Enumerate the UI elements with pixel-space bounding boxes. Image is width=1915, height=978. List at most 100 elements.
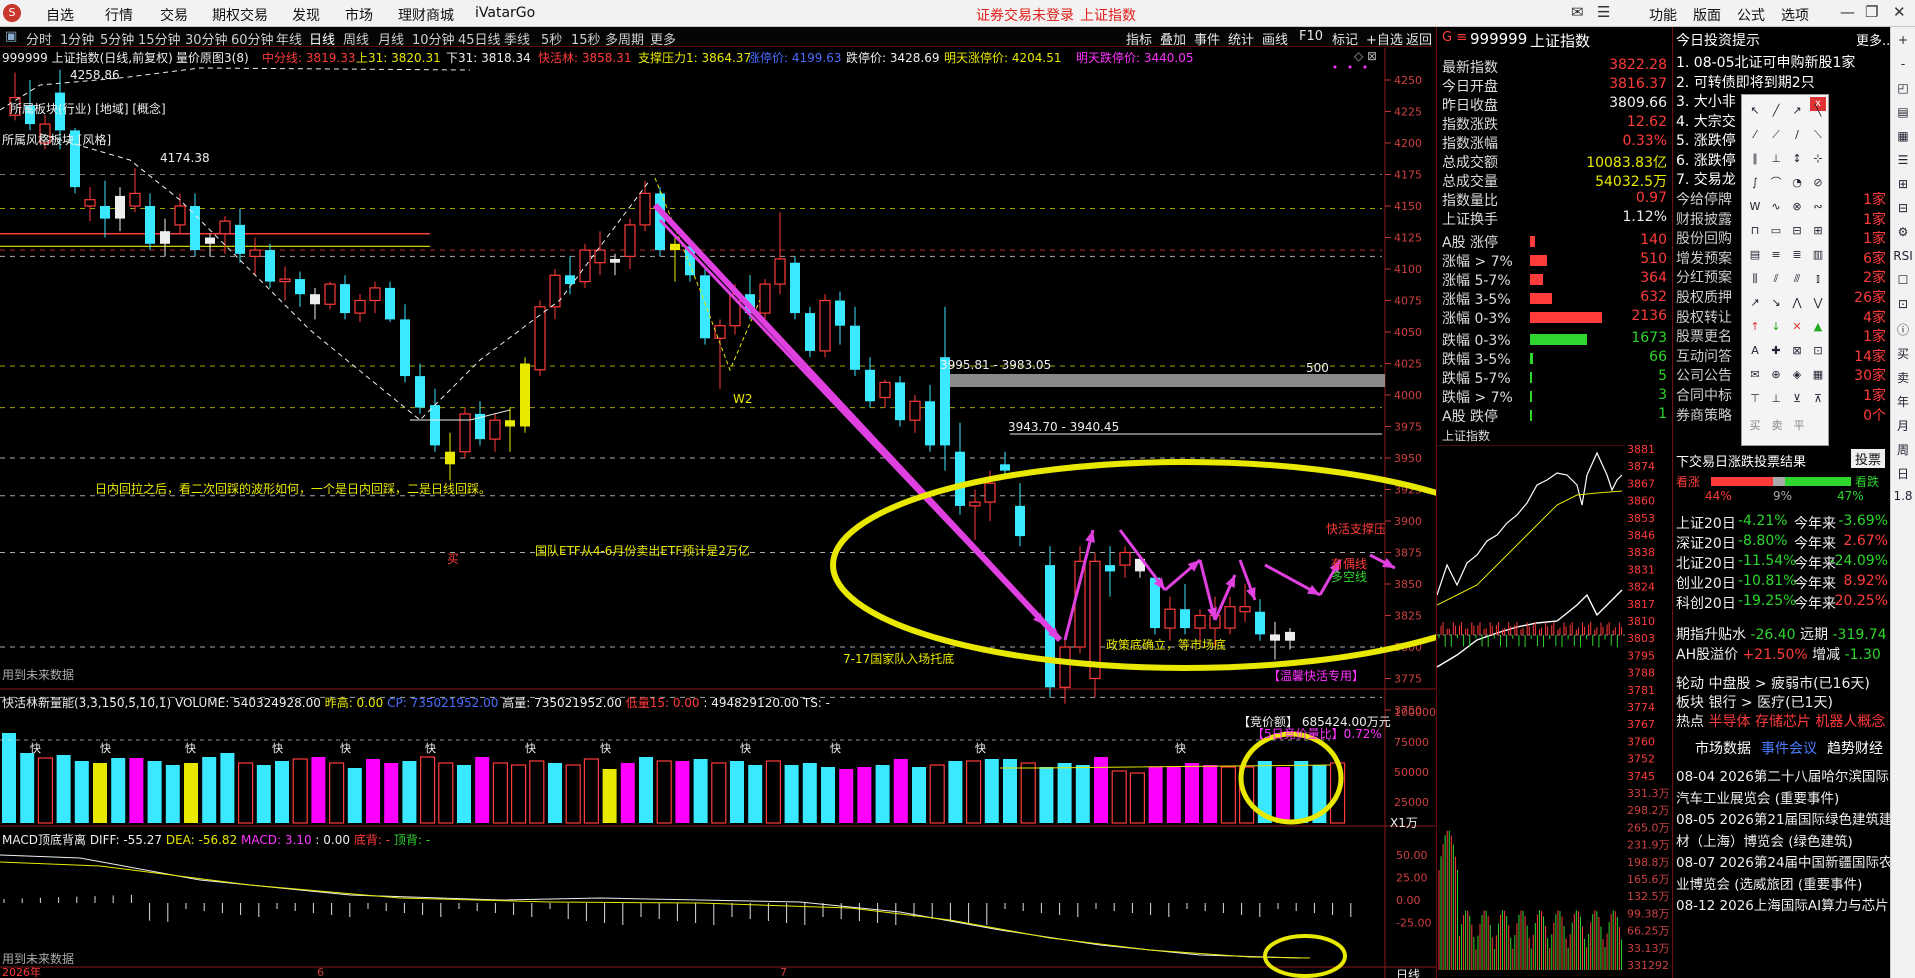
candle[interactable] — [400, 304, 410, 383]
candle[interactable] — [955, 422, 965, 515]
candle[interactable] — [145, 193, 155, 251]
quote-row[interactable]: 上证换手 1.12% — [1440, 209, 1670, 228]
event-item[interactable]: 汽车工业展览会 (重要事件) — [1676, 787, 1890, 807]
candle[interactable] — [385, 281, 395, 322]
volume-bar[interactable] — [1294, 761, 1309, 823]
vertical-tool-icon[interactable]: ⊟ — [1893, 201, 1913, 215]
event-item[interactable]: 08-05 2026第21届国际绿色建筑建 — [1676, 808, 1890, 828]
candle[interactable] — [1164, 596, 1176, 641]
volume-bar[interactable] — [802, 763, 817, 823]
candle[interactable] — [594, 231, 606, 276]
tip-item[interactable]: 5. 涨跌停 — [1676, 130, 1736, 150]
candle[interactable] — [610, 253, 620, 276]
candle[interactable] — [549, 269, 561, 320]
volume-bar[interactable] — [784, 765, 799, 823]
draw-tool-icon[interactable]: ⫾ — [1809, 271, 1827, 287]
volume-bar[interactable] — [875, 765, 890, 823]
candle[interactable] — [369, 281, 381, 314]
draw-tool-icon[interactable]: ∕ — [1788, 127, 1806, 143]
candle[interactable] — [805, 306, 815, 358]
candle[interactable] — [579, 243, 591, 288]
vertical-tool-icon[interactable]: RSI — [1893, 249, 1913, 263]
volume-bar[interactable] — [74, 761, 89, 823]
style-tags[interactable]: 所属风格板块 [风格] — [2, 131, 111, 148]
volume-bar[interactable] — [202, 757, 217, 823]
volume-bar[interactable] — [857, 767, 872, 823]
draw-tool-icon[interactable]: ▦ — [1809, 367, 1827, 383]
event-item[interactable]: 08-12 2026上海国际AI算力与芯片 — [1676, 894, 1890, 914]
quote-row[interactable]: 今日开盘 3816.37 — [1440, 76, 1670, 95]
candle[interactable] — [84, 187, 96, 222]
volume-bar[interactable] — [765, 760, 782, 824]
volume-bar[interactable] — [1003, 759, 1017, 823]
tip-item[interactable]: 7. 交易龙 — [1676, 169, 1736, 189]
breadth-row[interactable]: 跌幅 3-5% 66 — [1440, 349, 1670, 368]
perf-row[interactable]: 科创20日 -19.25% 今年来 20.25% — [1676, 593, 1888, 612]
volume-bar[interactable] — [475, 757, 490, 823]
volume-bar[interactable] — [912, 767, 926, 823]
quote-row[interactable]: 最新指数 3822.28 — [1440, 57, 1670, 76]
volume-bar[interactable] — [347, 768, 362, 823]
restore-icon[interactable]: ❐ — [1865, 3, 1878, 21]
volume-bar[interactable] — [656, 760, 672, 824]
draw-tool-icon[interactable]: ⊓ — [1746, 223, 1764, 239]
draw-tool-icon[interactable]: ▲ — [1809, 319, 1827, 335]
volume-bar[interactable] — [965, 760, 982, 824]
volume-bar[interactable] — [548, 763, 562, 823]
draw-tool-icon[interactable]: ∿ — [1767, 199, 1785, 215]
breadth-row[interactable]: 跌幅 > 7% 3 — [1440, 387, 1670, 406]
draw-tool-icon[interactable]: ╲ — [1809, 103, 1827, 119]
volume-bar[interactable] — [1020, 762, 1036, 824]
breadth-row[interactable]: 涨幅 > 7% 510 — [1440, 251, 1670, 270]
draw-tool-icon[interactable]: ⊤ — [1746, 391, 1764, 407]
tip-item[interactable]: 4. 大宗交 — [1676, 111, 1736, 131]
volume-bar[interactable] — [2, 733, 16, 823]
perf-row[interactable]: 创业20日 -10.81% 今年来 8.92% — [1676, 573, 1888, 592]
menu-item-formula[interactable]: 公式 — [1737, 5, 1765, 25]
quote-row[interactable]: 总成交量 54032.5万 — [1440, 171, 1670, 190]
menu-item-options-setting[interactable]: 选项 — [1781, 5, 1809, 25]
candle[interactable] — [925, 384, 935, 452]
quote-row[interactable]: 指数量比 0.97 — [1440, 190, 1670, 209]
rotation-sector[interactable]: 板块 银行 > 医疗(已1天) — [1676, 692, 1833, 712]
candle[interactable] — [714, 319, 726, 389]
breadth-row[interactable]: 涨幅 5-7% 364 — [1440, 270, 1670, 289]
draw-tool-icon[interactable]: ⟋ — [1767, 127, 1785, 143]
candle[interactable] — [774, 212, 786, 295]
vertical-tool-icon[interactable]: 卖 — [1893, 369, 1913, 386]
tip-item[interactable]: 1. 08-05北证可申购新股1家 — [1676, 52, 1855, 72]
candle[interactable] — [445, 432, 455, 481]
toolbox-buy-label[interactable]: 买 — [1746, 418, 1764, 434]
volume-bar[interactable] — [292, 758, 308, 824]
draw-tool-icon[interactable]: ↗ — [1788, 103, 1806, 119]
tip-item[interactable]: 2. 可转债即将到期2只 — [1676, 72, 1815, 92]
volume-bar[interactable] — [620, 763, 635, 823]
quote-row[interactable]: 总成交额 10083.83亿 — [1440, 152, 1670, 171]
volume-bar[interactable] — [93, 763, 107, 823]
volume-bar[interactable] — [1203, 765, 1218, 823]
tip-item[interactable]: 3. 大小非 — [1676, 91, 1736, 111]
candle[interactable] — [279, 266, 291, 301]
volume-bar[interactable] — [1057, 763, 1072, 823]
mail-icon[interactable]: ✉ — [1571, 3, 1584, 21]
candle[interactable] — [1285, 628, 1295, 650]
draw-tool-icon[interactable]: ⊗ — [1788, 199, 1806, 215]
candle[interactable] — [354, 294, 366, 322]
volume-bar[interactable] — [1276, 767, 1290, 823]
draw-tool-icon[interactable]: ≣ — [1788, 247, 1806, 263]
breadth-row[interactable]: 跌幅 0-3% 1673 — [1440, 330, 1670, 349]
quote-row[interactable]: 指数涨幅 0.33% — [1440, 133, 1670, 152]
vertical-tool-icon[interactable]: ⊞ — [1893, 177, 1913, 191]
volume-bar[interactable] — [1129, 772, 1146, 824]
candle[interactable] — [235, 208, 245, 263]
volume-bar[interactable] — [948, 761, 963, 823]
vertical-tool-icon[interactable]: ▦ — [1893, 129, 1913, 143]
volume-bar[interactable] — [511, 764, 527, 824]
rotation-hot[interactable]: 热点 半导体 存储芯片 机器人概念 — [1676, 711, 1885, 731]
volume-bar[interactable] — [20, 753, 35, 823]
volume-bar[interactable] — [238, 762, 254, 824]
candle[interactable] — [624, 218, 636, 269]
draw-tool-icon[interactable]: ✚ — [1767, 343, 1785, 359]
candle[interactable] — [1119, 546, 1131, 578]
draw-tool-icon[interactable]: ∾ — [1809, 199, 1827, 215]
